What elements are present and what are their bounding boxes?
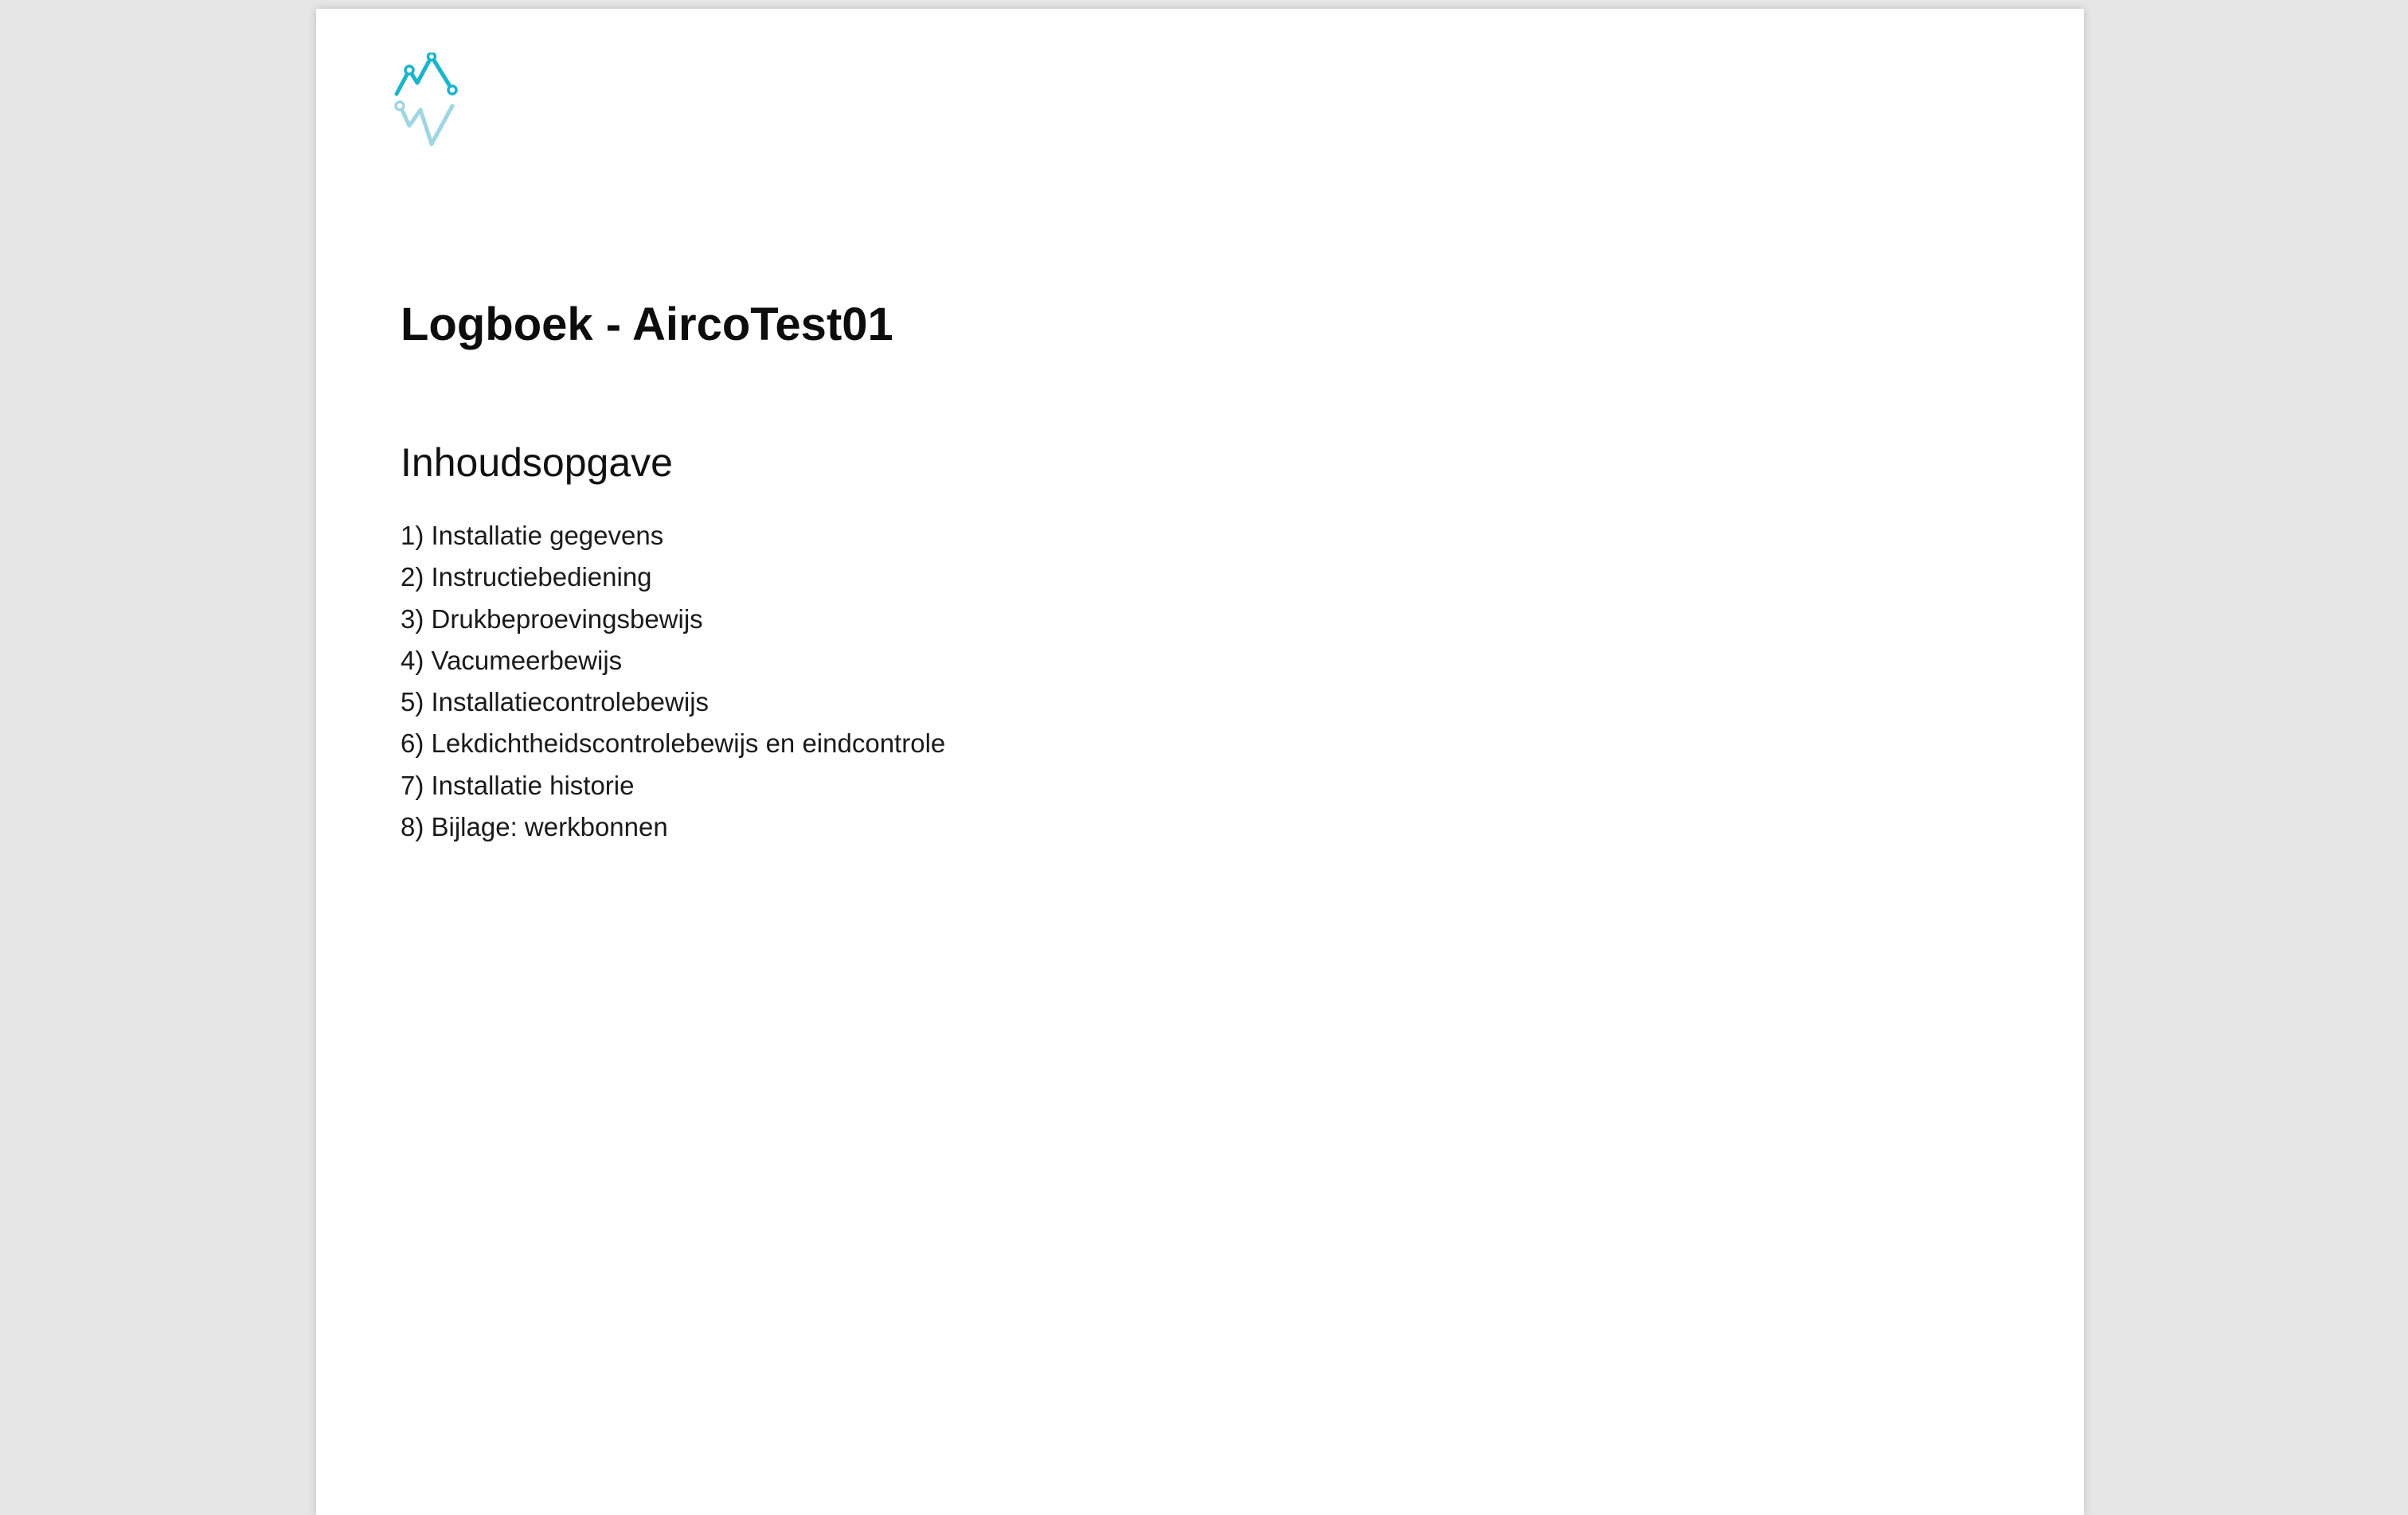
toc-item-instructiebediening[interactable]: 2) Instructiebediening: [401, 556, 945, 598]
document-viewer: Logboek - AircoTest01 Inhoudsopgave 1) I…: [0, 0, 2408, 1515]
document-page: Logboek - AircoTest01 Inhoudsopgave 1) I…: [316, 9, 2084, 1515]
logo-upper-dot: [426, 53, 437, 62]
table-of-contents: 1) Installatie gegevens 2) Instructiebed…: [401, 515, 945, 848]
toc-item-installatiecontrolebewijs[interactable]: 5) Installatiecontrolebewijs: [401, 681, 945, 723]
toc-item-installatie-historie[interactable]: 7) Installatie historie: [401, 765, 945, 806]
logo-upper-dot: [404, 64, 415, 76]
toc-item-vacumeerbewijs[interactable]: 4) Vacumeerbewijs: [401, 640, 945, 681]
logo-upper-dot: [447, 84, 458, 96]
logo-icon: [394, 53, 458, 146]
logo-lower-dot: [394, 100, 405, 111]
toc-heading: Inhoudsopgave: [401, 440, 673, 485]
toc-item-lekdichtheidscontrolebewijs[interactable]: 6) Lekdichtheidscontrolebewijs en eindco…: [401, 723, 945, 764]
logo-lower-line: [398, 103, 455, 146]
document-title: Logboek - AircoTest01: [401, 299, 893, 350]
toc-item-drukbeproevingsbewijs[interactable]: 3) Drukbeproevingsbewijs: [401, 599, 945, 640]
toc-item-installatie-gegevens[interactable]: 1) Installatie gegevens: [401, 515, 945, 556]
toc-item-bijlage-werkbonnen[interactable]: 8) Bijlage: werkbonnen: [401, 806, 945, 848]
logo-upper-line: [394, 54, 455, 96]
